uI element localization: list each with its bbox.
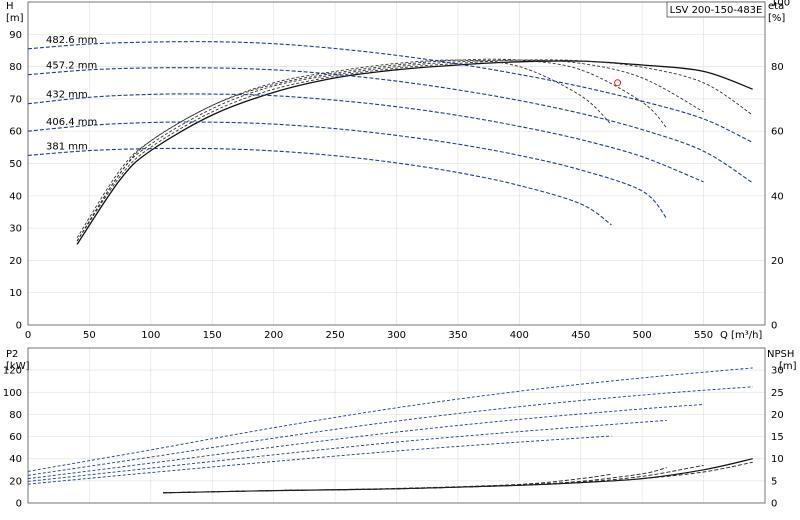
efficiency-curves xyxy=(76,58,753,245)
head-tick-label: 40 xyxy=(9,191,22,202)
power-curves xyxy=(27,367,753,485)
head-axis-unit: [m] xyxy=(6,13,24,24)
eta-tick-label: 40 xyxy=(771,191,784,202)
flow-axis-label: Q [m³/h] xyxy=(720,330,762,341)
head-tick-label: 60 xyxy=(9,127,22,138)
flow-tick-label: 300 xyxy=(387,330,406,341)
head-tick-label: 20 xyxy=(9,256,22,267)
head-curve-1 xyxy=(27,41,753,143)
flow-tick-label: 400 xyxy=(510,330,529,341)
impeller-label-2: 457.2 mm xyxy=(46,61,97,72)
flow-tick-label: 0 xyxy=(25,330,31,341)
npsh-axis-unit: [m] xyxy=(779,361,797,372)
power-tick-label: 60 xyxy=(9,432,22,443)
impeller-label-4: 406.4 mm xyxy=(46,117,97,128)
head-tick-label: 10 xyxy=(9,288,22,299)
head-axis-label: H xyxy=(6,1,14,12)
flow-tick-label: 100 xyxy=(141,330,160,341)
npsh-tick-label: 5 xyxy=(771,476,777,487)
flow-tick-label: 150 xyxy=(203,330,222,341)
eta-axis-label: eta xyxy=(768,1,784,12)
flow-tick-label: 350 xyxy=(448,330,467,341)
eta-tick-label: 20 xyxy=(771,256,784,267)
power-curve-4 xyxy=(27,420,667,482)
flow-tick-label: 450 xyxy=(571,330,590,341)
bottom-grid xyxy=(27,348,765,504)
flow-tick-label: 50 xyxy=(83,330,96,341)
npsh-tick-label: 15 xyxy=(771,432,784,443)
efficiency-curve-5 xyxy=(76,59,612,242)
power-tick-label: 20 xyxy=(9,476,22,487)
power-curve-5 xyxy=(27,435,612,485)
bottom-axis-ticks: 020406080100120051015202530 xyxy=(3,366,784,510)
impeller-label-5: 381 mm xyxy=(46,141,88,152)
flow-tick-label: 550 xyxy=(694,330,713,341)
head-tick-label: 90 xyxy=(9,30,22,41)
power-curve-2 xyxy=(27,386,753,476)
efficiency-curve-3 xyxy=(76,59,704,242)
head-tick-label: 80 xyxy=(9,62,22,73)
eta-tick-label: 0 xyxy=(771,321,777,332)
power-axis-unit: [kW] xyxy=(6,361,30,372)
efficiency-curve-1 xyxy=(76,60,753,245)
top-grid xyxy=(27,2,765,326)
eta-tick-label: 60 xyxy=(771,127,784,138)
eta-axis-unit: [%] xyxy=(768,13,785,24)
head-tick-label: 70 xyxy=(9,94,22,105)
power-tick-label: 40 xyxy=(9,454,22,465)
bottom-panel: 020406080100120051015202530 P2 [kW] NPSH… xyxy=(3,347,797,510)
duty-point-marker xyxy=(614,79,622,87)
flow-tick-label: 500 xyxy=(633,330,652,341)
power-tick-label: 100 xyxy=(3,388,22,399)
flow-tick-label: 250 xyxy=(326,330,345,341)
impeller-label-1: 482.6 mm xyxy=(46,35,97,46)
eta-tick-label: 80 xyxy=(771,62,784,73)
efficiency-curve-2 xyxy=(76,59,753,242)
power-curve-1 xyxy=(27,367,753,472)
power-tick-label: 0 xyxy=(16,499,22,510)
head-tick-label: 30 xyxy=(9,224,22,235)
npsh-tick-label: 10 xyxy=(771,454,784,465)
pump-label: LSV 200-150-483E xyxy=(670,5,763,16)
top-panel: 482.6 mm 457.2 mm 432 mm 406.4 mm 381 mm 0 10… xyxy=(6,0,790,341)
head-curve-2 xyxy=(27,67,753,184)
pump-performance-chart: 482.6 mm 457.2 mm 432 mm 406.4 mm 381 mm 0 10… xyxy=(3,0,797,510)
head-tick-label: 50 xyxy=(9,159,22,170)
power-axis-label: P2 xyxy=(6,349,18,360)
npsh-tick-label: 0 xyxy=(771,499,777,510)
npsh-tick-label: 20 xyxy=(771,410,784,421)
npsh-axis-label: NPSH xyxy=(767,349,794,360)
npsh-tick-label: 25 xyxy=(771,388,784,399)
npsh-curve-3 xyxy=(163,464,704,494)
npsh-curve-4 xyxy=(163,467,667,494)
top-axis-ticks: 01020304050607080900204060801000 50 100 150… xyxy=(9,0,790,341)
power-curve-3 xyxy=(27,404,704,480)
flow-tick-label: 200 xyxy=(264,330,283,341)
impeller-label-3: 432 mm xyxy=(46,90,88,101)
power-tick-label: 80 xyxy=(9,410,22,421)
head-tick-label: 0 xyxy=(16,321,22,332)
head-curve-4 xyxy=(27,121,668,219)
